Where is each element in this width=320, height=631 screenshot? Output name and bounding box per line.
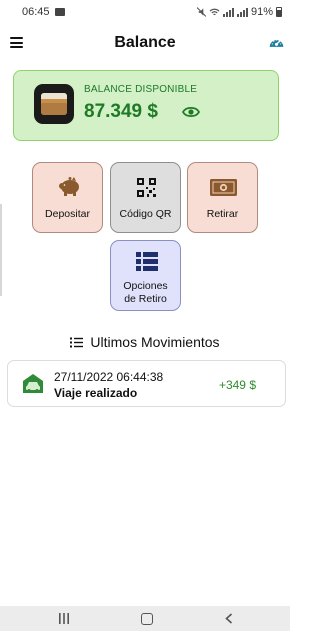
- back-icon[interactable]: [224, 613, 234, 624]
- status-bar: 06:45 91%: [0, 0, 290, 24]
- mute-icon: [196, 7, 206, 17]
- battery-percent: 91%: [250, 6, 273, 18]
- list-bullet-icon: [70, 337, 84, 347]
- system-nav-bar: [0, 606, 290, 631]
- balance-amount: 87.349 $: [84, 101, 158, 122]
- app-bar: Balance: [0, 28, 290, 60]
- movement-description: Viaje realizado: [54, 386, 138, 400]
- withdrawal-options-button[interactable]: Opciones de Retiro: [110, 240, 181, 311]
- withdraw-label: Retirar: [206, 208, 239, 220]
- withdrawal-options-label-line1: Opciones: [123, 280, 168, 292]
- page-title: Balance: [114, 34, 176, 51]
- piggy-bank-icon: [59, 177, 79, 196]
- speedometer-icon[interactable]: [268, 35, 285, 52]
- movements-title: Ultimos Movimientos: [90, 334, 220, 350]
- home-icon[interactable]: [141, 613, 153, 625]
- qr-code-label: Código QR: [119, 208, 172, 220]
- eye-icon[interactable]: [182, 105, 200, 119]
- withdraw-button[interactable]: Retirar: [187, 162, 258, 233]
- status-time: 06:45: [22, 6, 50, 18]
- recent-apps-icon[interactable]: [58, 613, 70, 624]
- movements-header: Ultimos Movimientos: [0, 334, 290, 350]
- deposit-label: Depositar: [45, 208, 90, 220]
- qr-code-button[interactable]: Código QR: [110, 162, 181, 233]
- battery-icon: [276, 7, 282, 17]
- deposit-button[interactable]: Depositar: [32, 162, 103, 233]
- signal-icon-2: [236, 7, 248, 17]
- movement-item[interactable]: 27/11/2022 06:44:38 Viaje realizado +349…: [7, 360, 286, 407]
- list-icon: [136, 252, 158, 271]
- edge-divider: [0, 204, 2, 296]
- car-icon: [23, 374, 43, 393]
- withdrawal-options-label-line2: de Retiro: [124, 293, 167, 305]
- balance-label: BALANCE DISPONIBLE: [84, 84, 198, 95]
- notification-icon: [54, 8, 65, 16]
- wifi-icon: [209, 8, 220, 15]
- movement-amount: +349 $: [218, 378, 256, 392]
- qr-code-icon: [137, 178, 156, 197]
- movement-date: 27/11/2022 06:44:38: [54, 370, 164, 384]
- balance-card: BALANCE DISPONIBLE 87.349 $: [13, 70, 279, 141]
- money-bill-icon: [210, 179, 237, 196]
- signal-icon: [222, 7, 234, 17]
- wallet-icon: [34, 84, 74, 124]
